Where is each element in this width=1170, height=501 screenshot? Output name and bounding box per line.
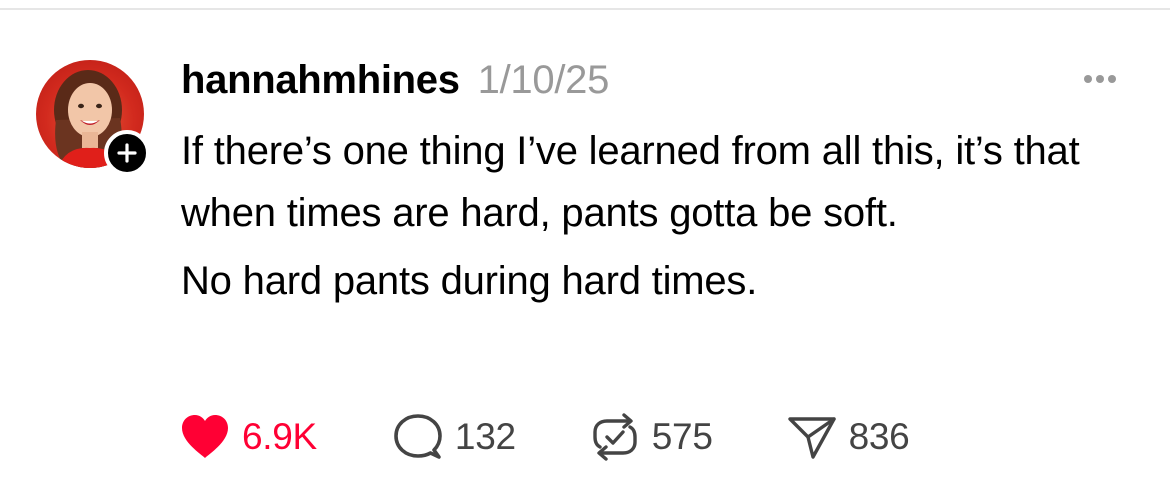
reply-count: 132 xyxy=(454,416,516,457)
plus-icon xyxy=(117,143,137,163)
comment-icon xyxy=(394,414,442,459)
post-timestamp[interactable]: 1/10/25 xyxy=(478,58,610,103)
top-divider xyxy=(0,8,1170,10)
like-button[interactable]: 6.9K xyxy=(180,414,317,460)
repost-button[interactable]: 575 xyxy=(590,413,713,461)
more-options-button[interactable] xyxy=(1074,66,1126,92)
post-text-paragraph: If there’s one thing I’ve learned from a… xyxy=(181,129,1080,235)
post-text-paragraph: No hard pants during hard times. xyxy=(181,259,758,303)
like-count: 6.9K xyxy=(242,416,317,457)
send-icon xyxy=(787,417,836,459)
follow-button[interactable] xyxy=(104,130,150,176)
share-button[interactable]: 836 xyxy=(787,413,910,461)
heart-icon xyxy=(182,415,228,458)
repost-count: 575 xyxy=(651,416,713,457)
post-body: If there’s one thing I’ve learned from a… xyxy=(181,120,1121,312)
share-count: 836 xyxy=(848,416,910,457)
username[interactable]: hannahmhines xyxy=(181,58,460,103)
reply-button[interactable]: 132 xyxy=(393,413,516,461)
post-header: hannahmhines 1/10/25 xyxy=(181,58,609,106)
action-bar: 6.9K 132 575 836 xyxy=(180,410,910,464)
repost-icon xyxy=(593,413,637,461)
ellipsis-icon xyxy=(1084,75,1116,83)
